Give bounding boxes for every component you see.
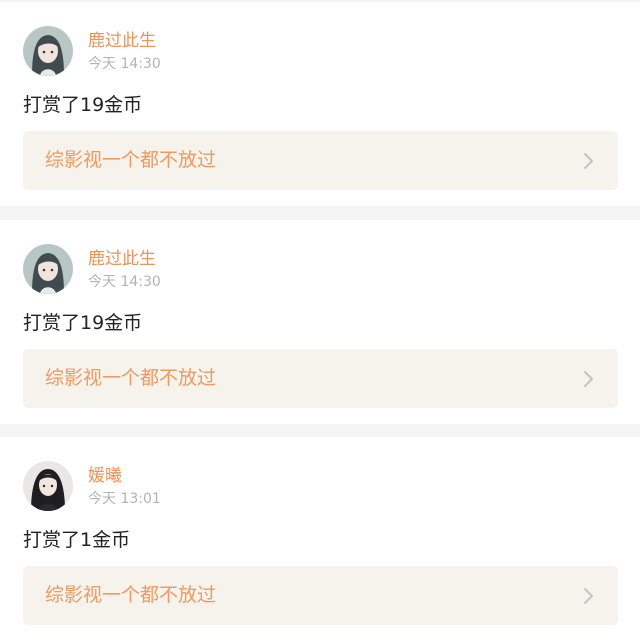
book-link[interactable]: 综影视一个都不放过 (23, 131, 618, 190)
reward-post-card: 鹿过此生 今天 14:30 打赏了19金币 综影视一个都不放过 (0, 220, 640, 424)
post-time: 今天 14:30 (88, 274, 161, 290)
book-link[interactable]: 综影视一个都不放过 (23, 349, 618, 408)
reward-post-card: 媛曦 今天 13:01 打赏了1金币 综影视一个都不放过 (0, 437, 640, 644)
book-link[interactable]: 综影视一个都不放过 (23, 566, 618, 625)
chevron-right-icon (582, 587, 596, 605)
user-name[interactable]: 鹿过此生 (88, 248, 156, 270)
post-time: 今天 14:30 (88, 56, 161, 72)
dark-hair-portrait-avatar-icon (23, 461, 73, 511)
long-dark-hair-anime-avatar-icon (23, 244, 73, 294)
user-name[interactable]: 鹿过此生 (88, 30, 156, 52)
user-avatar[interactable] (23, 26, 73, 76)
book-title: 综影视一个都不放过 (45, 367, 217, 389)
long-dark-hair-anime-avatar-icon (23, 26, 73, 76)
chevron-right-icon (582, 152, 596, 170)
reward-post-card: 鹿过此生 今天 14:30 打赏了19金币 综影视一个都不放过 (0, 2, 640, 206)
user-avatar[interactable] (23, 461, 73, 511)
user-name[interactable]: 媛曦 (88, 465, 122, 487)
reward-message: 打赏了1金币 (23, 529, 131, 551)
chevron-right-icon (582, 370, 596, 388)
reward-feed: 鹿过此生 今天 14:30 打赏了19金币 综影视一个都不放过 鹿过此生 今天 … (0, 0, 640, 644)
book-title: 综影视一个都不放过 (45, 584, 217, 606)
book-title: 综影视一个都不放过 (45, 149, 217, 171)
reward-message: 打赏了19金币 (23, 94, 143, 116)
reward-message: 打赏了19金币 (23, 312, 143, 334)
post-time: 今天 13:01 (88, 491, 161, 507)
user-avatar[interactable] (23, 244, 73, 294)
